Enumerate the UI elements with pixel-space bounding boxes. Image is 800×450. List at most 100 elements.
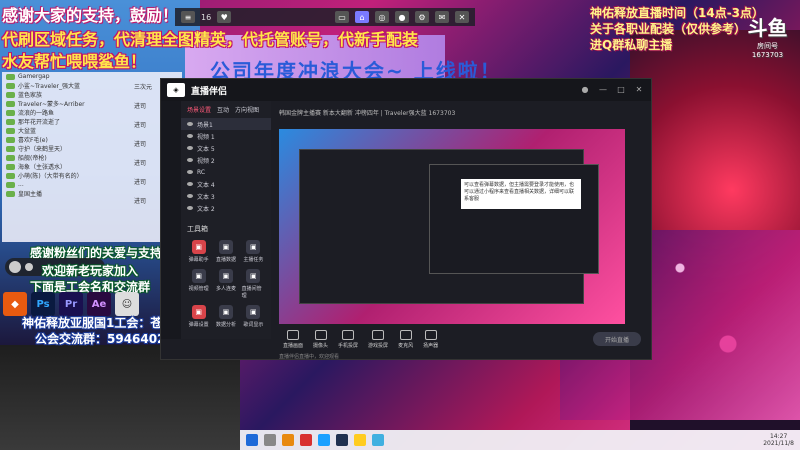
- source-button[interactable]: 摄像头: [313, 329, 329, 349]
- chat-side-text: 进司: [134, 179, 147, 186]
- fan-badge-icon: [6, 172, 15, 179]
- taskbar-clock[interactable]: 14:27 2021/11/8: [763, 433, 794, 447]
- game-taskbar-icon[interactable]: [300, 434, 312, 446]
- tool-icon: ▣: [218, 240, 233, 254]
- heart-icon[interactable]: ♥: [217, 11, 232, 23]
- premiere-icon[interactable]: Pr: [59, 292, 83, 316]
- streaming-companion-window[interactable]: ◈ 直播伴侣 ● — □ ✕ 场景设置 互动 方向视图 场景1 视频 1 文本 5 视频 …: [160, 78, 652, 360]
- camera-icon[interactable]: ●: [395, 11, 409, 23]
- chat-panel[interactable]: Gamergap 小鲨~Traveler_强大蓝 蓝色家族 Traveler~蒙多~A…: [2, 72, 182, 242]
- tool-item[interactable]: ▣ 视频管理: [187, 269, 210, 299]
- source-button[interactable]: 直播画面: [283, 329, 303, 349]
- tool-item[interactable]: ▣ 多人连麦: [214, 269, 237, 299]
- scene-item[interactable]: 文本 2: [181, 202, 271, 214]
- tool-label: 弹幕设置: [188, 322, 209, 328]
- scene-item[interactable]: 视频 2: [181, 154, 271, 166]
- chat-username: 小鲨~Traveler_强大蓝: [18, 83, 81, 90]
- go-live-button[interactable]: 开始直播: [593, 332, 641, 346]
- eye-icon[interactable]: [187, 194, 193, 198]
- fan-badge-icon: [6, 181, 15, 188]
- settings-icon[interactable]: ⚙: [415, 11, 429, 23]
- mic-icon[interactable]: ◎: [375, 11, 389, 23]
- home-icon[interactable]: ⌂: [355, 11, 369, 23]
- folder-taskbar-icon[interactable]: [354, 434, 366, 446]
- stream-title-bar: 韩国金牌主播赛 新本大翻新 冲榜四年 | Traveler强大蓝 1673703: [271, 101, 653, 123]
- volume-icon[interactable]: [25, 263, 33, 271]
- eye-icon[interactable]: [187, 182, 193, 186]
- scene-item[interactable]: RC: [181, 166, 271, 178]
- tool-item[interactable]: ▣ 弹幕设置: [187, 305, 210, 328]
- eye-icon[interactable]: [187, 122, 193, 126]
- after-effects-icon[interactable]: Ae: [87, 292, 111, 316]
- overlay-welcome: 欢迎新老玩家加入: [42, 264, 139, 278]
- photoshop-icon[interactable]: Ps: [31, 292, 55, 316]
- scene-label: 文本 5: [197, 145, 215, 153]
- source-label: 游戏投屏: [368, 342, 389, 349]
- tool-item[interactable]: ▣ 主播任务: [242, 240, 265, 263]
- source-button[interactable]: 麦克风: [398, 329, 413, 349]
- chat-username: 那年花开流逝了: [18, 119, 61, 126]
- source-icon: [342, 329, 355, 340]
- browser-taskbar-icon[interactable]: [318, 434, 330, 446]
- minimize-icon[interactable]: —: [597, 84, 609, 96]
- stream-preview[interactable]: [279, 129, 625, 324]
- scene-label: 场景1: [197, 121, 213, 129]
- eye-icon[interactable]: [187, 158, 193, 162]
- scene-item[interactable]: 文本 5: [181, 142, 271, 154]
- steam-taskbar-icon[interactable]: [336, 434, 348, 446]
- source-icon: [372, 329, 385, 340]
- bullet-icon[interactable]: ≡: [181, 11, 195, 23]
- tool-item[interactable]: ▣ 直播间管理: [242, 269, 265, 299]
- avatar-icon[interactable]: ●: [579, 84, 591, 96]
- app-icon[interactable]: ◆: [3, 292, 27, 316]
- source-button[interactable]: 游戏投屏: [368, 329, 389, 349]
- scene-item[interactable]: 文本 3: [181, 190, 271, 202]
- eye-icon[interactable]: [187, 170, 193, 174]
- scene-item[interactable]: 文本 4: [181, 178, 271, 190]
- source-label: 扬声器: [423, 342, 439, 349]
- scene-item[interactable]: 视频 1: [181, 130, 271, 142]
- fan-badge-icon: [6, 163, 15, 170]
- search-icon[interactable]: [264, 434, 276, 446]
- app-side-rail: [161, 101, 181, 339]
- chat-username: 守护（来鹤里天）: [18, 146, 67, 153]
- source-button[interactable]: 手机投屏: [338, 329, 358, 349]
- source-label: 摄像头: [313, 342, 329, 349]
- tool-item[interactable]: ▣ 歌词显示: [242, 305, 265, 328]
- scene-item[interactable]: 场景1: [181, 118, 271, 130]
- stream-title: 韩国金牌主播赛 新本大翻新 冲榜四年 | Traveler强大蓝 1673703: [279, 109, 456, 117]
- chat-taskbar-icon[interactable]: [372, 434, 384, 446]
- eye-icon[interactable]: [187, 206, 193, 210]
- chat-side-text: 进司: [134, 122, 147, 129]
- tab-1[interactable]: 互动: [217, 105, 229, 114]
- avatar-icon[interactable]: ☺: [115, 292, 139, 316]
- tooltip: 可以查看弹幕数据，但主播需要登录才能使用，也可以通过小程序来查看直播相关数据，详…: [461, 179, 581, 209]
- chat-username: 蓝色家族: [18, 92, 43, 99]
- source-button[interactable]: 扬声器: [423, 329, 439, 349]
- app-taskbar-icon[interactable]: [282, 434, 294, 446]
- close-icon[interactable]: ✕: [633, 84, 645, 96]
- tab-0[interactable]: 场景设置: [187, 105, 211, 114]
- tool-label: 数据分析: [215, 322, 236, 328]
- tool-item[interactable]: ▣ 直播数据: [214, 240, 237, 263]
- tool-item[interactable]: ▣ 弹幕助手: [187, 240, 210, 263]
- desktop-icons: ◆ Ps Pr Ae ☺: [3, 292, 139, 316]
- tab-2[interactable]: 方向视图: [235, 105, 259, 114]
- chat-username: 大盆蓝: [18, 128, 37, 135]
- chat-username: Gamergap: [18, 73, 50, 80]
- tool-item[interactable]: ▣ 数据分析: [214, 305, 237, 328]
- scene-label: 视频 2: [197, 157, 215, 165]
- eye-icon[interactable]: [187, 134, 193, 138]
- overlay-qq-group: 进Q群私聊主播: [590, 38, 673, 52]
- scene-label: 文本 3: [197, 193, 215, 201]
- eye-icon[interactable]: [187, 146, 193, 150]
- screen-icon[interactable]: ▭: [335, 11, 349, 23]
- stream-toolbar: ≡ 16 ♥ ▭ ⌂ ◎ ● ⚙ ✉ ✕: [175, 8, 475, 26]
- chat-icon[interactable]: ✉: [435, 11, 449, 23]
- overlay-fish-line: 水友帮忙喂喂鲨鱼！: [2, 52, 147, 71]
- chat-side-text: 进司: [134, 103, 147, 110]
- windows-start-icon[interactable]: [246, 434, 258, 446]
- maximize-icon[interactable]: □: [615, 84, 627, 96]
- tool-icon: ▣: [246, 240, 261, 254]
- close-icon[interactable]: ✕: [455, 11, 469, 23]
